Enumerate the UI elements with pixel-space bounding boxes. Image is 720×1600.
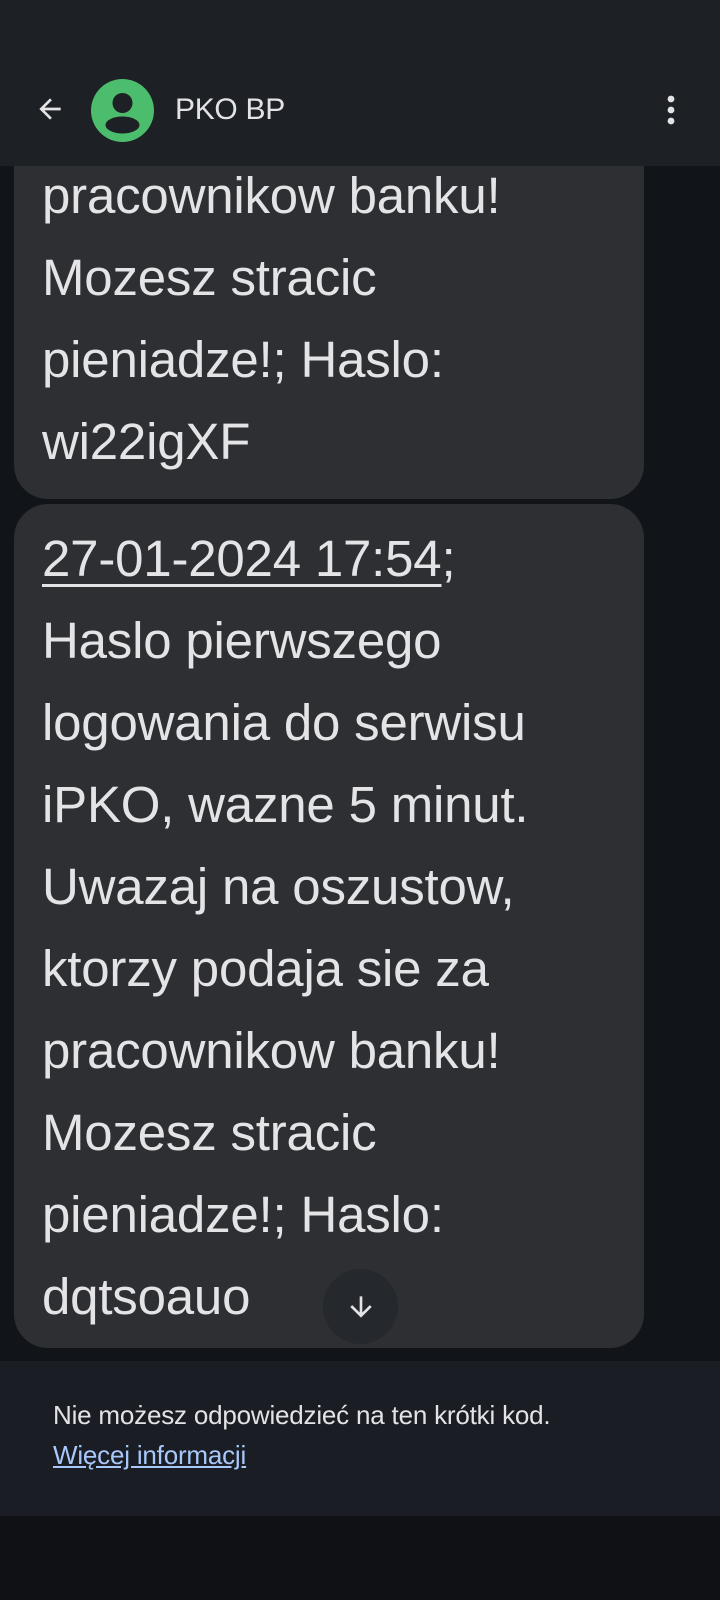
arrow-down-icon [349, 1295, 372, 1318]
more-options-button[interactable] [646, 84, 696, 136]
back-button[interactable] [22, 81, 78, 137]
contact-name[interactable]: PKO BP [175, 86, 285, 134]
navigation-bar-area [0, 1516, 720, 1600]
more-vert-icon [667, 95, 675, 125]
top-app-bar: PKO BP [0, 56, 720, 166]
reply-disabled-footer: Nie możesz odpowiedzieć na ten krótki ko… [0, 1361, 720, 1516]
message-date-link[interactable]: 27-01-2024 17:54 [42, 530, 442, 587]
message-bubble[interactable]: pracownikow banku! Mozesz stracic pienia… [14, 166, 644, 499]
more-info-link[interactable]: Więcej informacji [53, 1435, 246, 1475]
status-bar [0, 0, 720, 56]
message-list[interactable]: pracownikow banku! Mozesz stracic pienia… [0, 166, 720, 1361]
message-body: 27-01-2024 17:54; Haslo pierwszego logow… [42, 518, 624, 1338]
message-bubble[interactable]: 27-01-2024 17:54; Haslo pierwszego logow… [14, 504, 644, 1348]
avatar[interactable] [91, 79, 154, 142]
person-icon [105, 93, 140, 134]
message-text: pracownikow banku! Mozesz stracic pienia… [42, 167, 501, 470]
message-text: ; Haslo pierwszego logowania do serwisu … [42, 530, 529, 1325]
scroll-to-bottom-button[interactable] [323, 1269, 398, 1344]
reply-disabled-note: Nie możesz odpowiedzieć na ten krótki ko… [53, 1400, 551, 1430]
arrow-left-icon [39, 98, 61, 120]
